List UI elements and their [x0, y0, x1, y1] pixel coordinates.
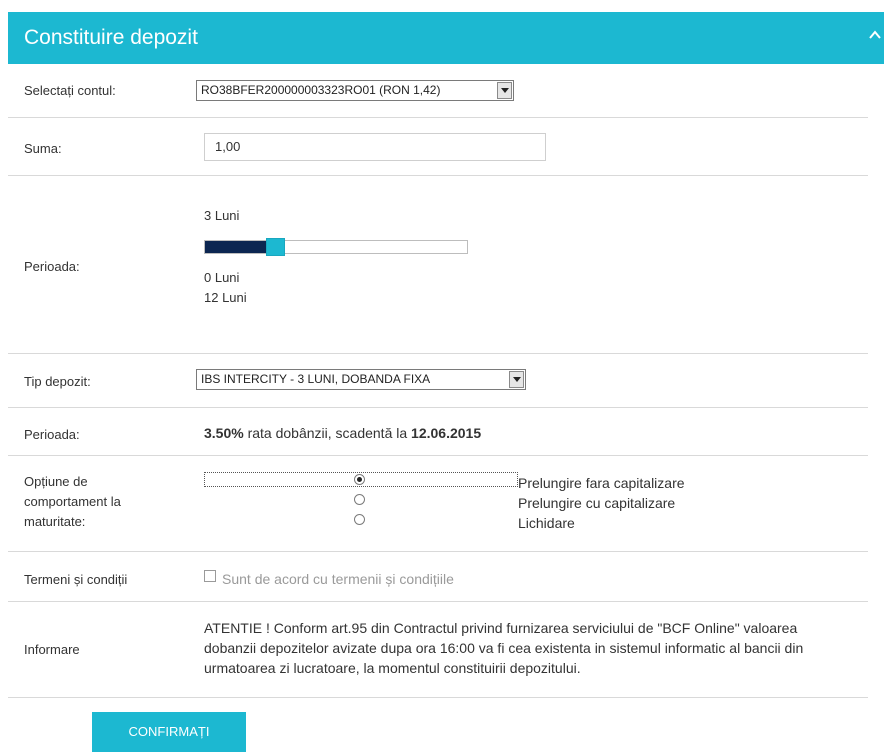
period-slider-fill [205, 241, 270, 253]
maturity-label: Opțiune de comportament la maturitate: [24, 474, 121, 529]
rate-line: 3.50% rata dobânzii, scadentă la 12.06.2… [204, 425, 481, 441]
period-min: 0 Luni [204, 270, 240, 285]
deposit-type-label: Tip depozit: [24, 374, 91, 389]
option-label: Prelungire fara capitalizare [518, 475, 685, 491]
account-row: Selectați contul: RO38BFER200000003323RO… [8, 64, 868, 118]
rate-label: Perioada: [24, 427, 80, 442]
period-label: Perioada: [24, 259, 80, 274]
deposit-type-row: Tip depozit: IBS INTERCITY - 3 LUNI, DOB… [8, 354, 868, 408]
terms-checkbox-label: Sunt de acord cu termenii și condițiile [222, 571, 454, 587]
account-select[interactable]: RO38BFER200000003323RO01 (RON 1,42) [196, 80, 514, 101]
panel-title: Constituire depozit [24, 26, 198, 49]
info-text: ATENTIE ! Conform art.95 din Contractul … [204, 620, 804, 676]
radio-prelungire-cu-capitalizare[interactable] [354, 494, 365, 505]
amount-row: Suma: 1,00 [8, 118, 868, 176]
collapse-icon[interactable] [868, 26, 882, 46]
terms-label: Termeni și condiții [24, 572, 128, 587]
period-slider-handle[interactable] [266, 238, 285, 256]
option-label: Prelungire cu capitalizare [518, 495, 676, 511]
account-select-value: RO38BFER200000003323RO01 (RON 1,42) [201, 83, 441, 97]
period-current: 3 Luni [204, 208, 240, 223]
info-label: Informare [24, 642, 80, 657]
terms-row: Termeni și condiții Sunt de acord cu ter… [8, 552, 868, 602]
amount-input[interactable]: 1,00 [204, 133, 546, 161]
rate-value: 3.50% [204, 425, 244, 441]
option-label: Lichidare [518, 515, 575, 531]
radio-lichidare[interactable] [354, 514, 365, 525]
radio-prelungire-fara-capitalizare[interactable] [354, 474, 365, 485]
confirm-button[interactable]: CONFIRMAȚI [92, 712, 246, 752]
account-label: Selectați contul: [24, 83, 116, 98]
info-row: Informare ATENTIE ! Conform art.95 din C… [8, 602, 868, 698]
maturity-row: Opțiune de comportament la maturitate: P… [8, 456, 868, 552]
terms-checkbox[interactable] [204, 570, 216, 582]
amount-input-value: 1,00 [215, 139, 241, 154]
period-max: 12 Luni [204, 290, 247, 305]
chevron-down-icon[interactable] [509, 371, 524, 388]
period-slider[interactable] [204, 238, 468, 256]
maturity-date: 12.06.2015 [411, 425, 482, 441]
deposit-type-select[interactable]: IBS INTERCITY - 3 LUNI, DOBANDA FIXA [196, 369, 526, 390]
deposit-type-select-value: IBS INTERCITY - 3 LUNI, DOBANDA FIXA [201, 372, 431, 386]
period-row: Perioada: [8, 176, 868, 354]
rate-row: Perioada: 3.50% rata dobânzii, scadentă … [8, 408, 868, 456]
chevron-down-icon[interactable] [497, 82, 512, 99]
deposit-panel: Constituire depozit Selectați contul: RO… [8, 12, 884, 756]
panel-header: Constituire depozit [8, 12, 884, 64]
amount-label: Suma: [24, 141, 62, 156]
rate-text: rata dobânzii, scadentă la [243, 425, 412, 441]
